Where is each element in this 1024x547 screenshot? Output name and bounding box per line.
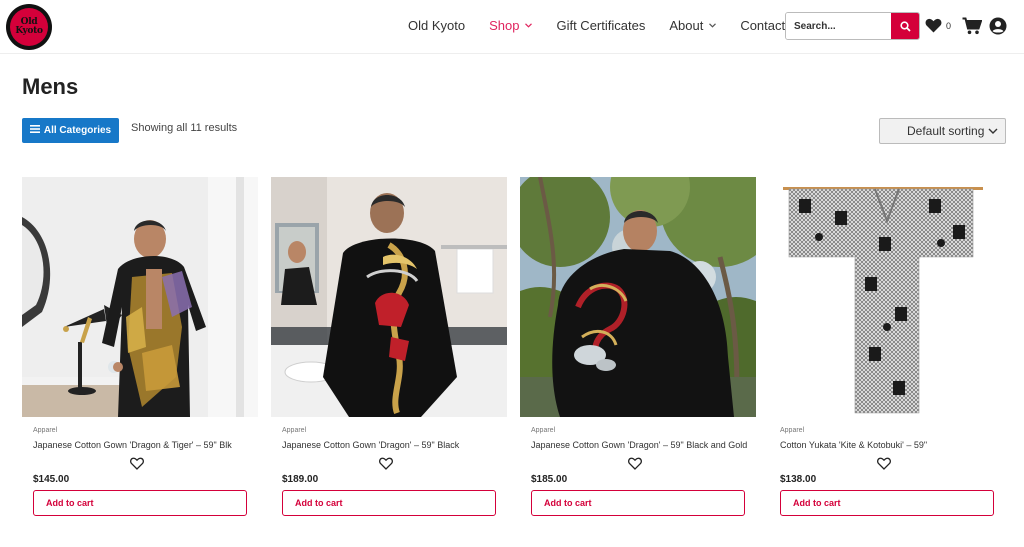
site-logo[interactable]: Old Kyoto bbox=[6, 4, 52, 50]
heart-outline-icon bbox=[877, 457, 891, 470]
page-title: Mens bbox=[22, 74, 79, 99]
logo-text-line2: Kyoto bbox=[15, 26, 43, 36]
menu-icon bbox=[29, 125, 40, 136]
product-image[interactable] bbox=[520, 177, 756, 417]
all-categories-label: All Categories bbox=[43, 125, 112, 136]
product-image[interactable] bbox=[769, 177, 1005, 417]
logo-emblem: Old Kyoto bbox=[10, 8, 48, 46]
add-to-wishlist-button[interactable] bbox=[379, 457, 393, 475]
user-icon bbox=[989, 17, 1007, 35]
search-icon bbox=[899, 20, 911, 32]
product-category: Apparel bbox=[531, 427, 556, 434]
product-name[interactable]: Cotton Yukata 'Kite & Kotobuki' – 59" bbox=[780, 440, 927, 450]
search-form bbox=[785, 12, 920, 40]
search-button[interactable] bbox=[891, 13, 919, 39]
add-to-cart-button[interactable]: Add to cart bbox=[780, 490, 994, 516]
site-header: Old Kyoto Old Kyoto Shop Gift Certificat… bbox=[0, 0, 1024, 54]
cart-link[interactable] bbox=[962, 17, 983, 40]
product-price: $185.00 bbox=[531, 474, 568, 485]
product-image[interactable] bbox=[271, 177, 507, 417]
product-category: Apparel bbox=[282, 427, 307, 434]
add-to-wishlist-button[interactable] bbox=[877, 457, 891, 475]
nav-about-label: About bbox=[669, 18, 704, 33]
search-input[interactable] bbox=[786, 13, 891, 39]
heart-icon bbox=[925, 18, 942, 33]
nav-gift-certificates-label: Gift Certificates bbox=[556, 18, 646, 33]
product-card: Apparel Japanese Cotton Gown 'Dragon' – … bbox=[271, 177, 507, 527]
add-to-cart-button[interactable]: Add to cart bbox=[282, 490, 496, 516]
nav-old-kyoto-label: Old Kyoto bbox=[408, 18, 466, 33]
sorting-select[interactable]: Default sorting bbox=[879, 118, 1006, 144]
all-categories-button[interactable]: All Categories bbox=[22, 118, 119, 143]
cart-icon bbox=[962, 17, 983, 35]
sorting-value: Default sorting bbox=[907, 124, 985, 138]
wishlist-link[interactable]: 0 bbox=[925, 18, 951, 33]
add-to-wishlist-button[interactable] bbox=[130, 457, 144, 475]
product-image[interactable] bbox=[22, 177, 258, 417]
nav-shop-label: Shop bbox=[489, 18, 520, 33]
nav-gift-certificates[interactable]: Gift Certificates bbox=[556, 18, 645, 33]
product-card: Apparel Japanese Cotton Gown 'Dragon' – … bbox=[520, 177, 756, 527]
add-to-cart-button[interactable]: Add to cart bbox=[531, 490, 745, 516]
product-category: Apparel bbox=[33, 427, 58, 434]
account-link[interactable] bbox=[989, 17, 1007, 40]
add-to-cart-label: Add to cart bbox=[46, 498, 94, 508]
product-name[interactable]: Japanese Cotton Gown 'Dragon' – 59" Blac… bbox=[282, 440, 459, 450]
main-nav: Old Kyoto Shop Gift Certificates About C… bbox=[408, 18, 829, 33]
heart-outline-icon bbox=[379, 457, 393, 470]
product-card: Apparel Japanese Cotton Gown 'Dragon & T… bbox=[22, 177, 258, 527]
nav-about[interactable]: About bbox=[669, 18, 717, 33]
chevron-down-icon bbox=[525, 21, 533, 30]
add-to-cart-button[interactable]: Add to cart bbox=[33, 490, 247, 516]
nav-shop[interactable]: Shop bbox=[489, 18, 533, 33]
product-name[interactable]: Japanese Cotton Gown 'Dragon & Tiger' – … bbox=[33, 440, 232, 450]
wishlist-count: 0 bbox=[946, 20, 952, 31]
add-to-cart-label: Add to cart bbox=[544, 498, 592, 508]
product-price: $145.00 bbox=[33, 474, 70, 485]
chevron-down-icon bbox=[988, 125, 998, 140]
product-price: $138.00 bbox=[780, 474, 817, 485]
product-price: $189.00 bbox=[282, 474, 319, 485]
heart-outline-icon bbox=[628, 457, 642, 470]
product-name[interactable]: Japanese Cotton Gown 'Dragon' – 59" Blac… bbox=[531, 440, 747, 450]
add-to-cart-label: Add to cart bbox=[793, 498, 841, 508]
add-to-wishlist-button[interactable] bbox=[628, 457, 642, 475]
heart-outline-icon bbox=[130, 457, 144, 470]
product-card: Apparel Cotton Yukata 'Kite & Kotobuki' … bbox=[769, 177, 1005, 527]
chevron-down-icon bbox=[709, 21, 717, 30]
nav-old-kyoto[interactable]: Old Kyoto bbox=[408, 18, 465, 33]
add-to-cart-label: Add to cart bbox=[295, 498, 343, 508]
result-count: Showing all 11 results bbox=[131, 122, 238, 134]
product-category: Apparel bbox=[780, 427, 805, 434]
